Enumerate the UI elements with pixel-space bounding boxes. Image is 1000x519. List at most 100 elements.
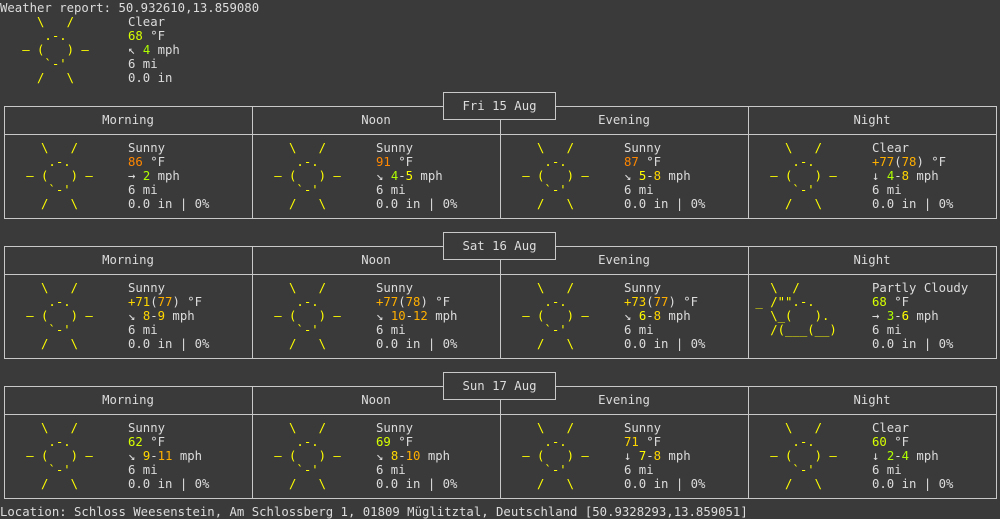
wind-speed: 10 <box>405 449 421 463</box>
condition-text: Sunny <box>376 141 414 155</box>
precipitation: 0.0 in | 0% <box>624 197 706 211</box>
period-header: Evening <box>598 393 650 407</box>
period-info: Sunny 91 °F ↘ 4-5 mph 6 mi 0.0 in | 0% <box>376 141 458 211</box>
wind-speed: 6 <box>901 309 910 323</box>
visibility: 6 mi <box>872 323 902 337</box>
visibility: 6 mi <box>128 323 158 337</box>
condition-text: Sunny <box>624 141 662 155</box>
condition-text: Sunny <box>624 281 662 295</box>
temperature: 71 <box>135 295 151 309</box>
condition-text: Clear <box>872 141 910 155</box>
period-header: Morning <box>102 253 154 267</box>
report-title: Weather report: 50.932610,13.859080 <box>0 1 260 15</box>
temperature: 86 <box>128 155 143 169</box>
visibility: 6 mi <box>624 183 654 197</box>
feels-like-temperature: 78 <box>405 295 421 309</box>
condition-text: Partly Cloudy <box>872 281 969 295</box>
sun-icon: \ / .-. ― ( ) ― `-' / \ <box>522 281 589 351</box>
sun-icon: \ / .-. ― ( ) ― `-' / \ <box>522 421 589 491</box>
visibility: 6 mi <box>624 323 654 337</box>
visibility: 6 mi <box>128 183 158 197</box>
current-precip: 0.0 in <box>128 71 173 85</box>
wind-speed: 11 <box>157 449 173 463</box>
visibility: 6 mi <box>624 463 654 477</box>
wind-speed: 2 <box>142 169 151 183</box>
wind-speed: 10 <box>390 309 406 323</box>
period-info: Partly Cloudy 68 °F → 3-6 mph 6 mi 0.0 i… <box>872 281 969 351</box>
wind-arrow-icon: → <box>872 309 880 323</box>
wind-arrow-icon: ↓ <box>872 449 880 463</box>
temperature: 60 <box>872 435 887 449</box>
wind-speed: 8 <box>901 169 910 183</box>
wind-arrow-icon: ↘ <box>128 309 136 323</box>
wind-speed: 8 <box>653 169 662 183</box>
sun-icon: \ / .-. ― ( ) ― `-' / \ <box>770 141 837 211</box>
precipitation: 0.0 in | 0% <box>128 337 210 351</box>
visibility: 6 mi <box>872 183 902 197</box>
wind-arrow-icon: ↘ <box>376 309 384 323</box>
wind-arrow-icon: ↓ <box>872 169 880 183</box>
wind-speed: 4 <box>901 449 910 463</box>
wind-arrow-icon: ↘ <box>128 449 136 463</box>
period-header: Morning <box>102 113 154 127</box>
temperature: 91 <box>376 155 391 169</box>
condition-text: Sunny <box>624 421 662 435</box>
period-info: Clear 60 °F ↓ 2-4 mph 6 mi 0.0 in | 0% <box>872 421 954 491</box>
current-condition: Clear <box>128 15 166 29</box>
wind-arrow-icon: ↓ <box>624 449 632 463</box>
partly-cloudy-icon: \ / _ /"".-. \_( ). /(___(__) <box>755 281 837 337</box>
temperature: 73 <box>631 295 647 309</box>
sun-icon: \ / .-. ― ( ) ― `-' / \ <box>522 141 589 211</box>
sun-icon: \ / .-. ― ( ) ― `-' / \ <box>26 421 93 491</box>
precipitation: 0.0 in | 0% <box>624 477 706 491</box>
period-header: Night <box>853 113 891 127</box>
condition-text: Sunny <box>128 421 166 435</box>
wind-speed: 4 <box>886 169 895 183</box>
temperature: 62 <box>128 435 143 449</box>
wind-speed: 2 <box>886 449 895 463</box>
wind-speed: 9 <box>157 309 166 323</box>
condition-text: Sunny <box>128 141 166 155</box>
wind-speed: 12 <box>413 309 428 323</box>
period-info: Sunny 62 °F ↘ 9-11 mph 6 mi 0.0 in | 0% <box>128 421 210 491</box>
precipitation: 0.0 in | 0% <box>128 477 210 491</box>
temperature: 87 <box>624 155 639 169</box>
wind-arrow-icon: ↘ <box>376 449 384 463</box>
period-info: Sunny 71 °F ↓ 7-8 mph 6 mi 0.0 in | 0% <box>624 421 706 491</box>
wind-speed: 8 <box>653 309 662 323</box>
precipitation: 0.0 in | 0% <box>872 197 954 211</box>
precipitation: 0.0 in | 0% <box>128 197 210 211</box>
period-info: Sunny 69 °F ↘ 8-10 mph 6 mi 0.0 in | 0% <box>376 421 458 491</box>
wind-speed: 7 <box>638 449 647 463</box>
visibility: 6 mi <box>872 463 902 477</box>
period-info: Clear +77(78) °F ↓ 4-8 mph 6 mi 0.0 in |… <box>872 141 954 211</box>
sun-icon: \ / .-. ― ( ) ― `-' / \ <box>274 421 341 491</box>
wind-speed: 8 <box>390 449 399 463</box>
sun-icon: \ / .-. ― ( ) ― `-' / \ <box>26 141 93 211</box>
temperature: 77 <box>383 295 399 309</box>
wind-speed: 8 <box>142 309 151 323</box>
temperature: 68 <box>872 295 887 309</box>
precipitation: 0.0 in | 0% <box>376 197 458 211</box>
period-header: Noon <box>361 113 391 127</box>
precipitation: 0.0 in | 0% <box>624 337 706 351</box>
sun-icon: \ / .-. ― ( ) ― `-' / \ <box>26 281 93 351</box>
temperature: 71 <box>624 435 639 449</box>
wind-speed: 4 <box>390 169 399 183</box>
wind-arrow-icon: ↘ <box>624 309 632 323</box>
wind-speed: 5 <box>405 169 414 183</box>
period-header: Evening <box>598 253 650 267</box>
period-info: Sunny 87 °F ↘ 5-8 mph 6 mi 0.0 in | 0% <box>624 141 706 211</box>
condition-text: Sunny <box>376 421 414 435</box>
wind-arrow-icon: ↘ <box>376 169 384 183</box>
location-footer: Location: Schloss Weesenstein, Am Schlos… <box>0 505 748 519</box>
wind-arrow-icon: ↖ <box>128 43 136 57</box>
precipitation: 0.0 in | 0% <box>376 477 458 491</box>
precipitation: 0.0 in | 0% <box>872 337 954 351</box>
wind-speed: 8 <box>653 449 662 463</box>
condition-text: Sunny <box>376 281 414 295</box>
condition-text: Clear <box>872 421 910 435</box>
period-info: Sunny +73(77) °F ↘ 6-8 mph 6 mi 0.0 in |… <box>624 281 706 351</box>
sun-icon: \ / .-. ― ( ) ― `-' / \ <box>22 15 89 85</box>
precipitation: 0.0 in | 0% <box>872 477 954 491</box>
